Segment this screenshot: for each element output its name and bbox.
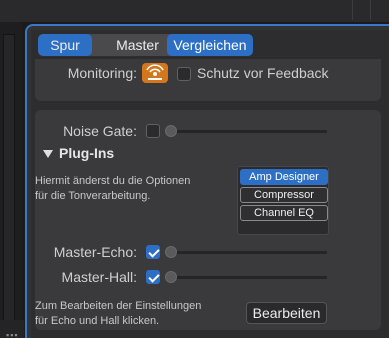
track-master-switch: Spur Master (38, 34, 183, 56)
edit-hint-line1: Zum Bearbeiten der Einstellungen (35, 300, 202, 312)
monitoring-label: Monitoring: (67, 65, 137, 81)
tab-track[interactable]: Spur (38, 34, 92, 56)
slider-track (165, 251, 327, 254)
plugins-description: Hiermit änderst du die Optionen für die … (35, 174, 190, 204)
disclosure-triangle-icon[interactable] (43, 150, 53, 158)
slider-track (165, 276, 327, 279)
toolbar-divider (370, 0, 371, 20)
edit-hint: Zum Bearbeiten der Einstellungen für Ech… (35, 299, 201, 329)
feedback-protection-checkbox[interactable] (177, 67, 191, 81)
monitoring-icon[interactable] (142, 63, 168, 83)
noise-gate-label: Noise Gate: (63, 123, 137, 139)
background-toolbar (0, 0, 389, 22)
monitor-waves-icon (146, 64, 164, 80)
master-echo-checkbox[interactable] (146, 245, 160, 259)
toolbar-divider (352, 0, 353, 20)
noise-gate-slider[interactable] (165, 124, 327, 138)
plugins-description-line1: Hiermit änderst du die Optionen (35, 175, 191, 187)
master-hall-slider[interactable] (165, 270, 327, 284)
master-echo-label: Master-Echo: (53, 244, 137, 260)
plugin-channel-eq[interactable]: Channel EQ (240, 205, 328, 221)
plugin-list: Amp Designer Compressor Channel EQ (237, 166, 329, 235)
slider-knob[interactable] (165, 271, 177, 283)
edit-button[interactable]: Bearbeiten (246, 302, 327, 324)
feedback-protection-label: Schutz vor Feedback (197, 65, 329, 81)
slider-knob[interactable] (165, 246, 177, 258)
settings-section: Noise Gate: Plug-Ins Hiermit änderst du … (35, 110, 381, 330)
noise-gate-checkbox[interactable] (146, 124, 160, 138)
monitoring-section: Monitoring: Schutz vor Feedback (35, 59, 381, 101)
master-hall-label: Master-Hall: (61, 269, 137, 285)
smart-controls-inspector: Spur Master Vergleichen Monitoring: Schu… (25, 24, 389, 338)
plugins-description-line2: für die Tonverarbeitung. (35, 190, 151, 202)
plugin-amp-designer[interactable]: Amp Designer (240, 169, 328, 185)
plugin-compressor[interactable]: Compressor (240, 187, 328, 203)
compare-button[interactable]: Vergleichen (167, 34, 253, 56)
more-icon[interactable]: ▪▪▪ (6, 330, 19, 338)
inspector-body: Spur Master Vergleichen Monitoring: Schu… (31, 30, 389, 338)
slider-knob[interactable] (165, 125, 177, 137)
slider-track (165, 130, 327, 133)
background-scrollbar[interactable] (3, 34, 15, 330)
edit-hint-line2: für Echo und Hall klicken. (35, 315, 160, 327)
background-footer: ▪▪▪ (0, 320, 24, 338)
master-echo-slider[interactable] (165, 245, 327, 259)
master-hall-checkbox[interactable] (146, 270, 160, 284)
plugins-header[interactable]: Plug-Ins (59, 145, 114, 161)
background-track-area (0, 22, 22, 338)
